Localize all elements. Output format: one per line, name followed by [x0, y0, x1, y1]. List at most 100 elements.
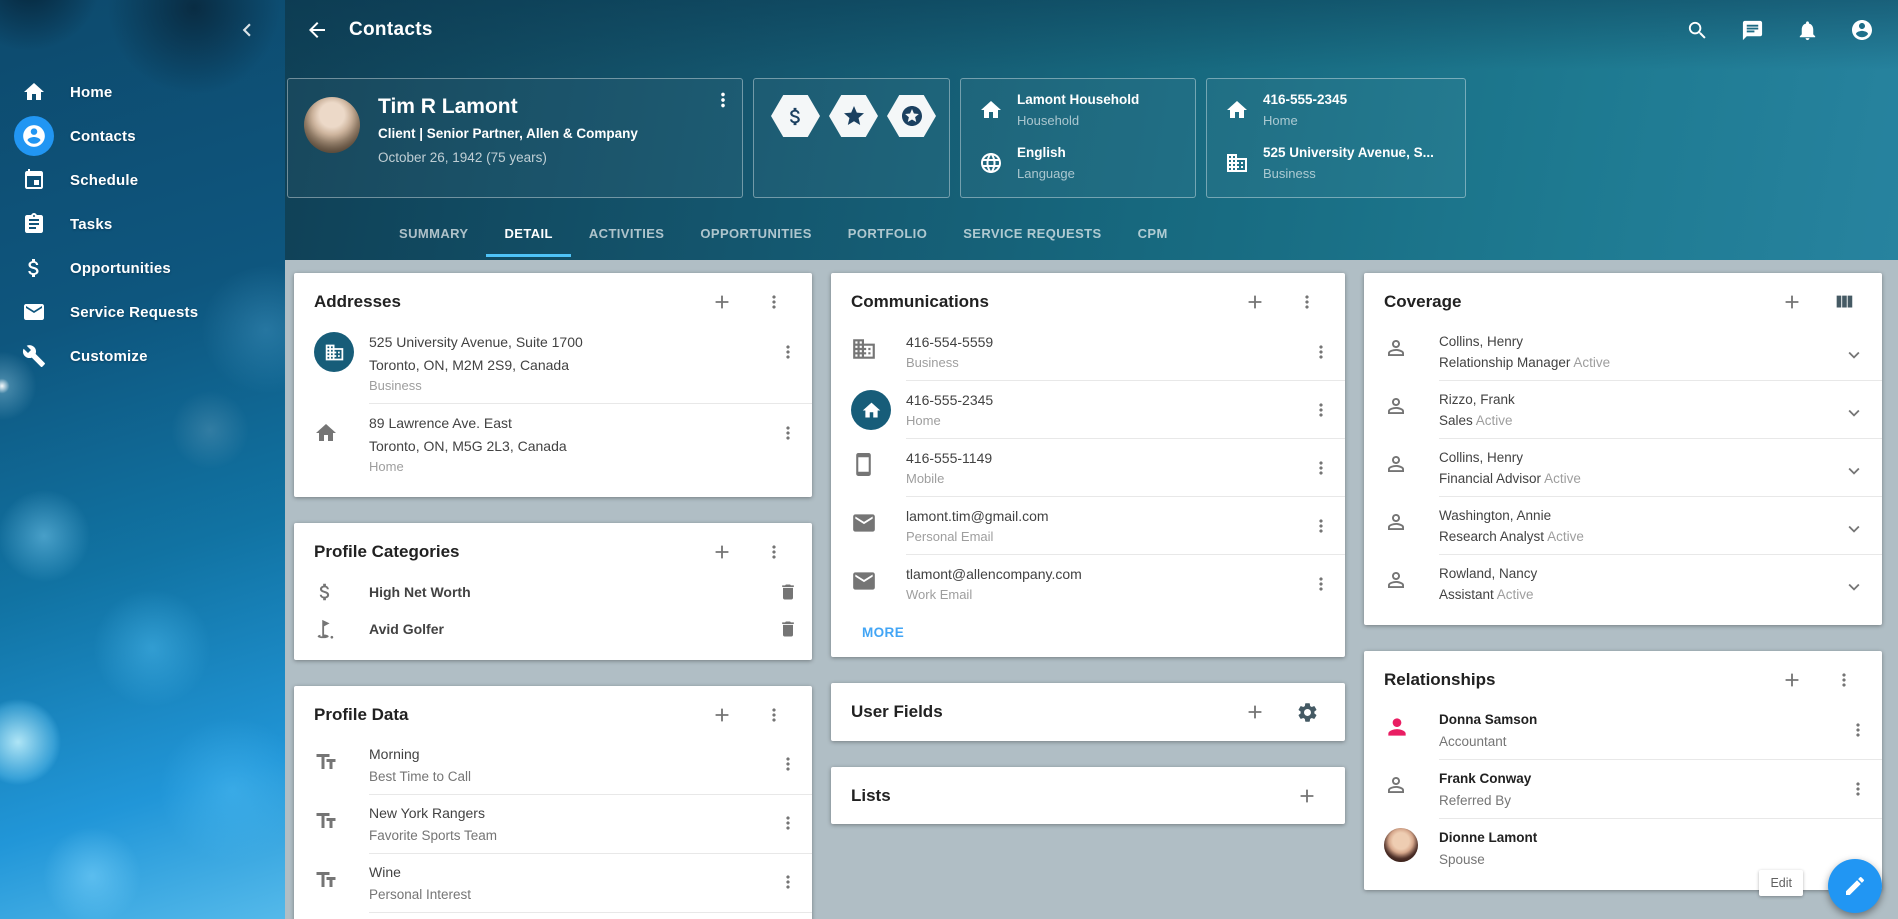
contact-birthdate: October 26, 1942 (75 years) [378, 150, 638, 165]
categories-menu-button[interactable] [762, 540, 786, 564]
relationship-menu-button[interactable] [1834, 710, 1882, 740]
coverage-view-columns-button[interactable] [1832, 290, 1856, 314]
chevron-down-icon [1843, 460, 1865, 482]
sidebar-item-customize[interactable]: Customize [0, 334, 285, 378]
kebab-icon [778, 813, 798, 833]
kebab-icon [1311, 400, 1331, 420]
back-button[interactable] [305, 17, 331, 43]
communication-menu-button[interactable] [1297, 448, 1345, 478]
language-row[interactable]: English Language [975, 145, 1181, 195]
sidebar-item-tasks[interactable]: Tasks [0, 202, 285, 246]
address-row[interactable]: 89 Lawrence Ave. East Toronto, ON, M5G 2… [294, 404, 812, 484]
tab-opportunities[interactable]: OPPORTUNITIES [682, 211, 829, 257]
expand-coverage-button[interactable] [1826, 390, 1882, 424]
notifications-button[interactable] [1795, 18, 1819, 42]
add-communication-button[interactable] [1243, 290, 1267, 314]
primary-phone-row[interactable]: 416-555-2345 Home [1221, 92, 1451, 142]
address-row[interactable]: 525 University Avenue, Suite 1700 Toront… [294, 323, 812, 403]
add-user-field-button[interactable] [1243, 700, 1267, 724]
category-row[interactable]: High Net Worth [294, 573, 812, 610]
expand-coverage-button[interactable] [1826, 506, 1882, 540]
profile-data-row[interactable]: Wine Personal Interest [294, 854, 812, 912]
relationship-row[interactable]: Frank Conway Referred By [1364, 760, 1882, 818]
addresses-menu-button[interactable] [762, 290, 786, 314]
add-coverage-button[interactable] [1780, 290, 1804, 314]
sidebar-collapse-button[interactable] [233, 16, 261, 44]
delete-category-button[interactable] [764, 619, 812, 639]
plus-icon [711, 704, 733, 726]
primary-address-row[interactable]: 525 University Avenue, S... Business [1221, 145, 1451, 195]
relationship-menu-button[interactable] [1834, 769, 1882, 799]
profile-data-row[interactable]: Morning Best Time to Call [294, 736, 812, 794]
sidebar-item-home[interactable]: Home [0, 70, 285, 114]
chat-button[interactable] [1740, 18, 1764, 42]
user-fields-settings-button[interactable] [1295, 700, 1319, 724]
household-label: Household [1017, 113, 1139, 128]
communication-menu-button[interactable] [1297, 390, 1345, 420]
add-address-button[interactable] [710, 290, 734, 314]
profile-data-menu-button[interactable] [762, 703, 786, 727]
more-button[interactable]: MORE [862, 625, 904, 640]
communication-row[interactable]: 416-555-2345 Home [831, 381, 1345, 438]
communication-row[interactable]: lamont.tim@gmail.com Personal Email [831, 497, 1345, 554]
expand-coverage-button[interactable] [1826, 332, 1882, 366]
contact-hero: Contacts Tim R Lamont Client | Senior Pa… [285, 0, 1898, 260]
chat-icon [1741, 19, 1764, 42]
coverage-row[interactable]: Washington, Annie Research Analyst Activ… [1364, 497, 1882, 554]
profile-data-menu-button[interactable] [764, 862, 812, 892]
person-outline-icon [1384, 448, 1439, 476]
delete-category-button[interactable] [764, 582, 812, 602]
sidebar-item-schedule[interactable]: Schedule [0, 158, 285, 202]
account-button[interactable] [1850, 18, 1874, 42]
sidebar-item-contacts[interactable]: Contacts [0, 114, 285, 158]
category-label: Avid Golfer [369, 621, 764, 637]
tab-activities[interactable]: ACTIVITIES [571, 211, 683, 257]
tab-portfolio[interactable]: PORTFOLIO [830, 211, 945, 257]
chevron-down-icon [1843, 402, 1865, 424]
sidebar-item-opportunities[interactable]: Opportunities [0, 246, 285, 290]
search-button[interactable] [1685, 18, 1709, 42]
home-circle-icon [851, 390, 891, 430]
address-menu-button[interactable] [764, 413, 812, 443]
communications-menu-button[interactable] [1295, 290, 1319, 314]
kebab-icon [1311, 458, 1331, 478]
sidebar-item-service-requests[interactable]: Service Requests [0, 290, 285, 334]
address-menu-button[interactable] [764, 332, 812, 362]
coverage-row[interactable]: Collins, Henry Financial Advisor Active [1364, 439, 1882, 496]
profile-data-menu-button[interactable] [764, 803, 812, 833]
expand-coverage-button[interactable] [1826, 448, 1882, 482]
relationships-menu-button[interactable] [1832, 668, 1856, 692]
add-relationship-button[interactable] [1780, 668, 1804, 692]
tab-summary[interactable]: SUMMARY [381, 211, 486, 257]
coverage-row[interactable]: Rowland, Nancy Assistant Active [1364, 555, 1882, 612]
coverage-row[interactable]: Collins, Henry Relationship Manager Acti… [1364, 323, 1882, 380]
plus-icon [711, 291, 733, 313]
coverage-row[interactable]: Rizzo, Frank Sales Active [1364, 381, 1882, 438]
category-row[interactable]: Avid Golfer [294, 610, 812, 647]
profile-data-value: Morning [369, 746, 764, 762]
communication-menu-button[interactable] [1297, 332, 1345, 362]
relationship-row[interactable]: Donna Samson Accountant [1364, 701, 1882, 759]
contact-badges-card [753, 78, 950, 198]
profile-data-menu-button[interactable] [764, 744, 812, 774]
profile-data-label: Personal Interest [369, 887, 764, 902]
profile-data-row[interactable]: New York Rangers Favorite Sports Team [294, 795, 812, 853]
communication-row[interactable]: tlamont@allencompany.com Work Email [831, 555, 1345, 612]
communication-row[interactable]: 416-555-1149 Mobile [831, 439, 1345, 496]
add-list-button[interactable] [1295, 784, 1319, 808]
communication-menu-button[interactable] [1297, 506, 1345, 536]
contact-menu-button[interactable] [712, 89, 736, 113]
add-profile-data-button[interactable] [710, 703, 734, 727]
household-row[interactable]: Lamont Household Household [975, 92, 1181, 142]
relationship-row[interactable]: Dionne Lamont Spouse [1364, 819, 1882, 877]
home-icon [14, 72, 54, 112]
add-category-button[interactable] [710, 540, 734, 564]
expand-coverage-button[interactable] [1826, 564, 1882, 598]
relationships-title: Relationships [1384, 670, 1780, 690]
communication-row[interactable]: 416-554-5559 Business [831, 323, 1345, 380]
tab-cpm[interactable]: CPM [1120, 211, 1186, 257]
edit-fab[interactable] [1828, 859, 1882, 913]
tab-service-requests[interactable]: SERVICE REQUESTS [945, 211, 1119, 257]
tab-detail[interactable]: DETAIL [486, 211, 570, 257]
communication-menu-button[interactable] [1297, 564, 1345, 594]
